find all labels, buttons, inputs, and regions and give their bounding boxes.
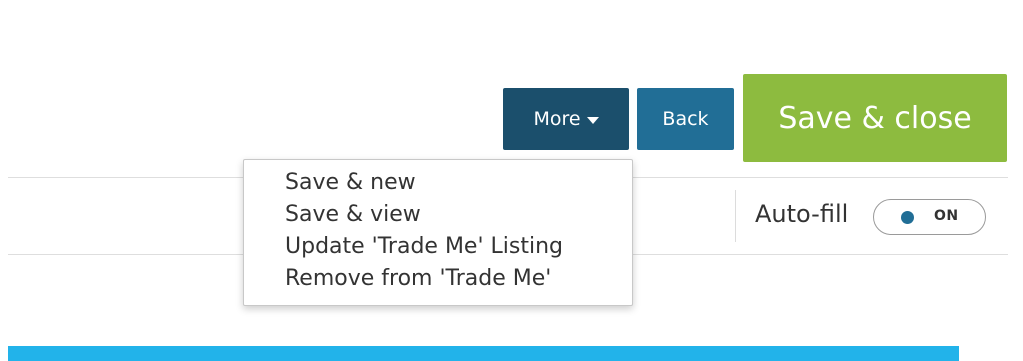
menu-item-save-new[interactable]: Save & new — [244, 168, 632, 200]
section-header-band — [8, 346, 959, 361]
form-toolbar: More Back Save & close Auto-fill ON Save… — [0, 0, 1023, 361]
menu-item-remove-trade-me[interactable]: Remove from 'Trade Me' — [244, 264, 632, 296]
save-close-button[interactable]: Save & close — [743, 74, 1007, 162]
toggle-knob-icon — [901, 211, 914, 224]
back-button[interactable]: Back — [637, 88, 734, 150]
menu-item-update-trade-me[interactable]: Update 'Trade Me' Listing — [244, 232, 632, 264]
autofill-toggle[interactable]: ON — [873, 199, 986, 235]
more-dropdown-menu: Save & new Save & view Update 'Trade Me'… — [243, 159, 633, 306]
more-button-label: More — [533, 108, 581, 130]
save-close-button-label: Save & close — [778, 100, 972, 136]
options-bar-divider — [735, 190, 736, 242]
toggle-state-text: ON — [934, 208, 959, 224]
more-button[interactable]: More — [503, 88, 629, 150]
autofill-label: Auto-fill — [755, 200, 849, 228]
caret-down-icon — [586, 116, 599, 124]
menu-item-save-view[interactable]: Save & view — [244, 200, 632, 232]
back-button-label: Back — [662, 108, 709, 130]
